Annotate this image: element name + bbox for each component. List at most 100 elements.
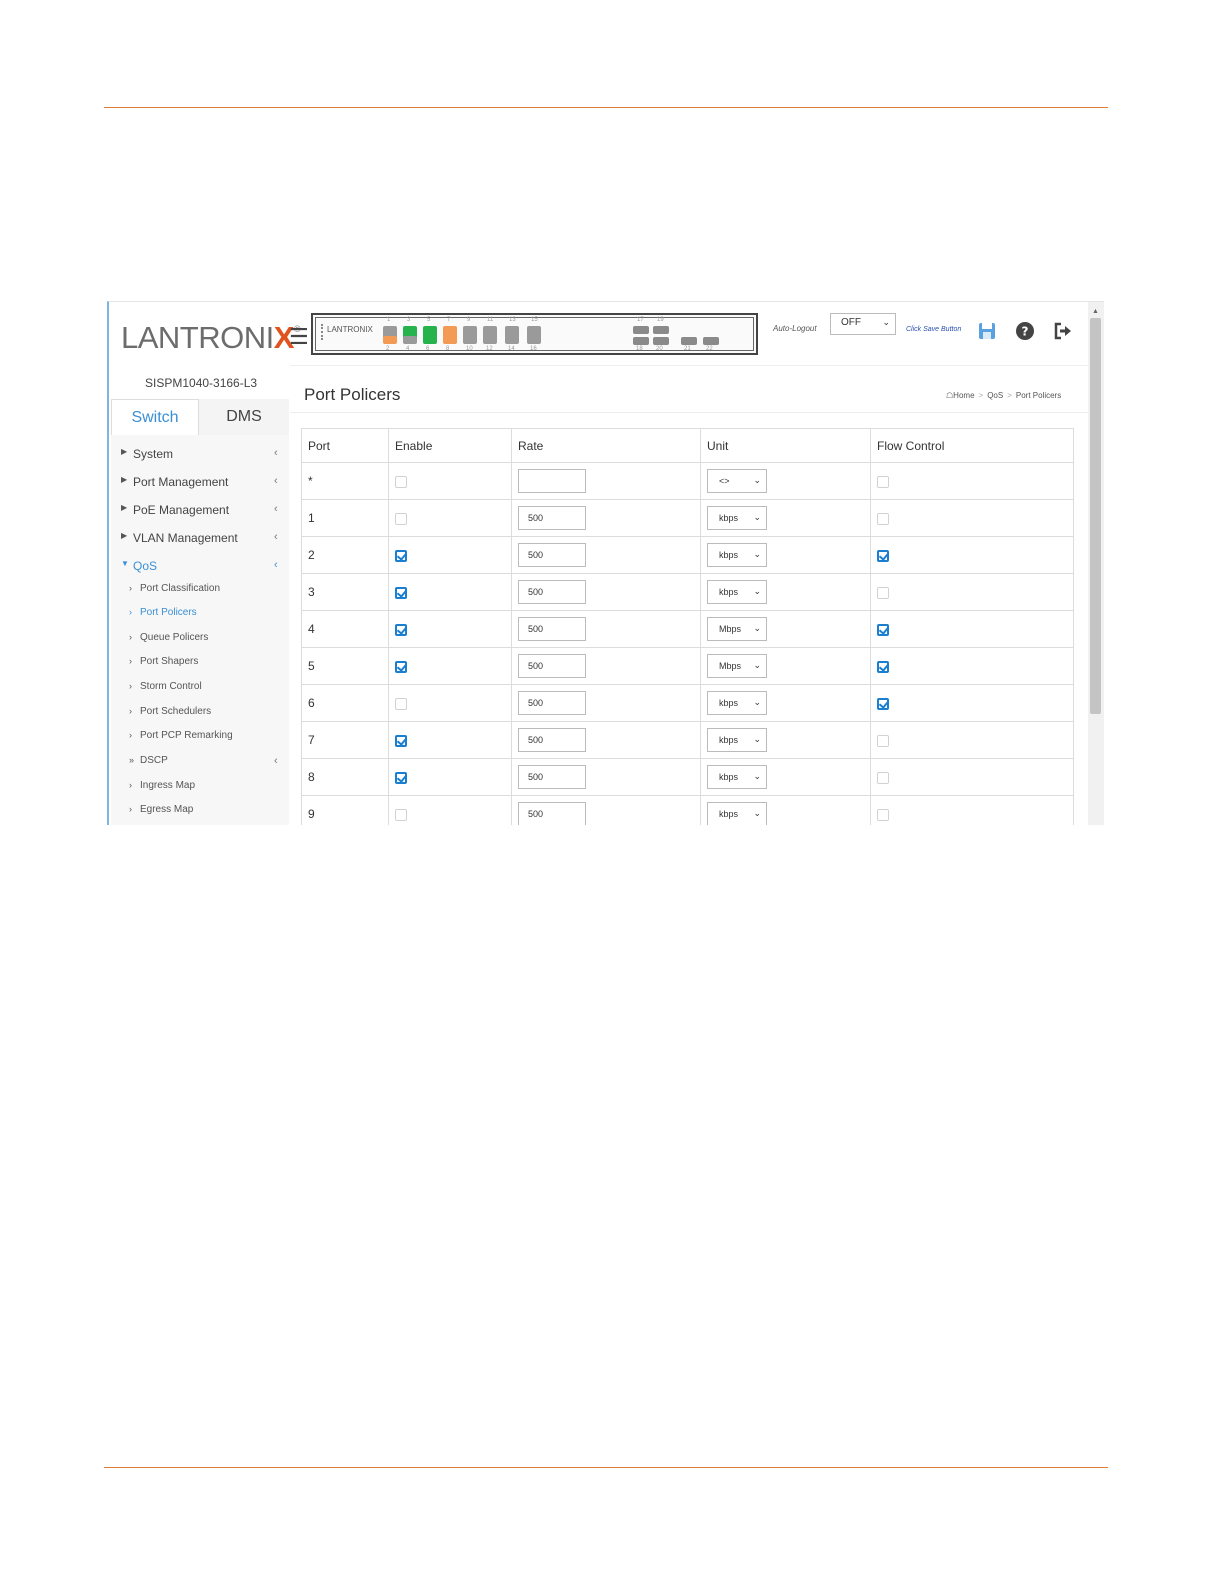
rate-input[interactable]: 500 — [518, 765, 586, 789]
port-led[interactable] — [383, 336, 397, 344]
table-row: 9 500 kbps ⌄ — [301, 795, 1074, 825]
sidebar-subitem-port-classification[interactable]: › Port Classification — [129, 583, 220, 594]
sfp-port[interactable] — [633, 337, 649, 345]
enable-checkbox[interactable] — [395, 512, 407, 525]
port-led[interactable] — [527, 336, 541, 344]
sfp-port[interactable] — [681, 337, 697, 345]
enable-checkbox[interactable] — [395, 549, 407, 562]
chevron-down-icon: ⌄ — [753, 623, 761, 633]
flow-control-checkbox[interactable] — [877, 586, 889, 599]
sidebar-subitem-port-pcp-remarking[interactable]: › Port PCP Remarking — [129, 730, 233, 741]
page-bottom-rule — [104, 1467, 1108, 1468]
unit-value: Mbps — [719, 624, 742, 634]
unit-select[interactable]: kbps ⌄ — [707, 728, 767, 752]
sidebar-subitem-dscp[interactable]: » DSCP ‹ — [129, 755, 278, 767]
menu-toggle-icon[interactable]: ☰ — [289, 326, 309, 348]
main-tabs: Switch DMS — [111, 399, 289, 436]
auto-logout-select[interactable]: OFF ⌄ — [830, 313, 896, 335]
flow-control-cell — [870, 684, 1074, 722]
rate-input[interactable]: 500 — [518, 617, 586, 641]
enable-checkbox[interactable] — [395, 734, 407, 747]
unit-select[interactable]: Mbps ⌄ — [707, 654, 767, 678]
port-led[interactable] — [423, 336, 437, 344]
breadcrumb-home[interactable]: Home — [953, 391, 974, 400]
port-led[interactable] — [403, 336, 417, 344]
scrollbar-thumb[interactable] — [1090, 318, 1101, 714]
sidebar-subitem-port-schedulers[interactable]: › Port Schedulers — [129, 706, 211, 717]
unit-select[interactable]: kbps ⌄ — [707, 506, 767, 530]
rate-input[interactable]: 500 — [518, 802, 586, 825]
scroll-up-icon[interactable]: ▲ — [1092, 308, 1099, 315]
caret-right-icon: ▶ — [121, 531, 128, 540]
sidebar-subitem-egress-map[interactable]: › Egress Map — [129, 804, 193, 815]
port-cell: 9 — [301, 795, 389, 825]
tab-switch[interactable]: Switch — [111, 399, 199, 435]
sidebar-subitem-label: Ingress Map — [140, 780, 196, 791]
flow-control-checkbox[interactable] — [877, 475, 889, 488]
unit-select[interactable]: kbps ⌄ — [707, 802, 767, 825]
breadcrumb-separator: > — [978, 391, 984, 400]
flow-control-checkbox[interactable] — [877, 697, 889, 710]
rate-input[interactable]: 500 — [518, 691, 586, 715]
unit-select[interactable]: <> ⌄ — [707, 469, 767, 493]
breadcrumb-qos[interactable]: QoS — [987, 391, 1003, 400]
sfp-port[interactable] — [653, 337, 669, 345]
sidebar-subitem-port-policers[interactable]: › Port Policers — [129, 607, 197, 618]
sfp-port[interactable] — [703, 337, 719, 345]
enable-checkbox[interactable] — [395, 808, 407, 821]
flow-control-checkbox[interactable] — [877, 623, 889, 636]
port-cell: 2 — [301, 536, 389, 574]
port-led[interactable] — [463, 336, 477, 344]
tab-dms[interactable]: DMS — [199, 399, 289, 435]
enable-checkbox[interactable] — [395, 697, 407, 710]
flow-control-checkbox[interactable] — [877, 808, 889, 821]
rate-input[interactable]: 500 — [518, 543, 586, 567]
unit-select[interactable]: kbps ⌄ — [707, 691, 767, 715]
enable-checkbox[interactable] — [395, 586, 407, 599]
flow-control-checkbox[interactable] — [877, 734, 889, 747]
table-header-row: Port Enable Rate Unit Flow Control — [301, 428, 1074, 463]
port-cell: 4 — [301, 610, 389, 648]
column-header-flow-control: Flow Control — [870, 428, 1074, 463]
sidebar-item-label: VLAN Management — [133, 531, 238, 545]
port-number-bottom: 18 — [636, 346, 643, 352]
rate-input[interactable]: 500 — [518, 728, 586, 752]
unit-select[interactable]: kbps ⌄ — [707, 765, 767, 789]
enable-cell — [388, 573, 512, 611]
sidebar-subitem-ingress-map[interactable]: › Ingress Map — [129, 780, 195, 791]
enable-cell — [388, 684, 512, 722]
enable-checkbox[interactable] — [395, 771, 407, 784]
sidebar-subitem-queue-policers[interactable]: › Queue Policers — [129, 632, 208, 643]
flow-control-checkbox[interactable] — [877, 771, 889, 784]
enable-checkbox[interactable] — [395, 475, 407, 488]
logout-icon[interactable] — [1052, 320, 1074, 342]
enable-checkbox[interactable] — [395, 623, 407, 636]
rate-input[interactable]: 500 — [518, 654, 586, 678]
sidebar-subitem-storm-control[interactable]: › Storm Control — [129, 681, 202, 692]
help-icon[interactable]: ? — [1014, 320, 1036, 342]
sfp-port[interactable] — [653, 326, 669, 334]
unit-select[interactable]: Mbps ⌄ — [707, 617, 767, 641]
port-led[interactable] — [505, 336, 519, 344]
page-title: Port Policers — [304, 385, 401, 404]
port-led[interactable] — [443, 336, 457, 344]
port-cell: 8 — [301, 758, 389, 796]
rate-input[interactable]: 500 — [518, 506, 586, 530]
sidebar-subitem-port-shapers[interactable]: › Port Shapers — [129, 656, 198, 667]
chevron-down-icon: ⌄ — [753, 808, 761, 818]
port-led[interactable] — [483, 336, 497, 344]
scrollbar[interactable]: ▲ — [1088, 302, 1104, 825]
flow-control-checkbox[interactable] — [877, 660, 889, 673]
chevron-left-icon: ‹ — [274, 475, 278, 487]
flow-control-checkbox[interactable] — [877, 549, 889, 562]
rate-input[interactable]: 500 — [518, 580, 586, 604]
flow-control-checkbox[interactable] — [877, 512, 889, 525]
sidebar-subitem-label: DSCP — [140, 755, 168, 766]
rate-input[interactable] — [518, 469, 586, 493]
svg-text:?: ? — [1022, 325, 1029, 339]
unit-select[interactable]: kbps ⌄ — [707, 543, 767, 567]
sfp-port[interactable] — [633, 326, 649, 334]
save-icon[interactable] — [976, 320, 998, 342]
enable-checkbox[interactable] — [395, 660, 407, 673]
unit-select[interactable]: kbps ⌄ — [707, 580, 767, 604]
